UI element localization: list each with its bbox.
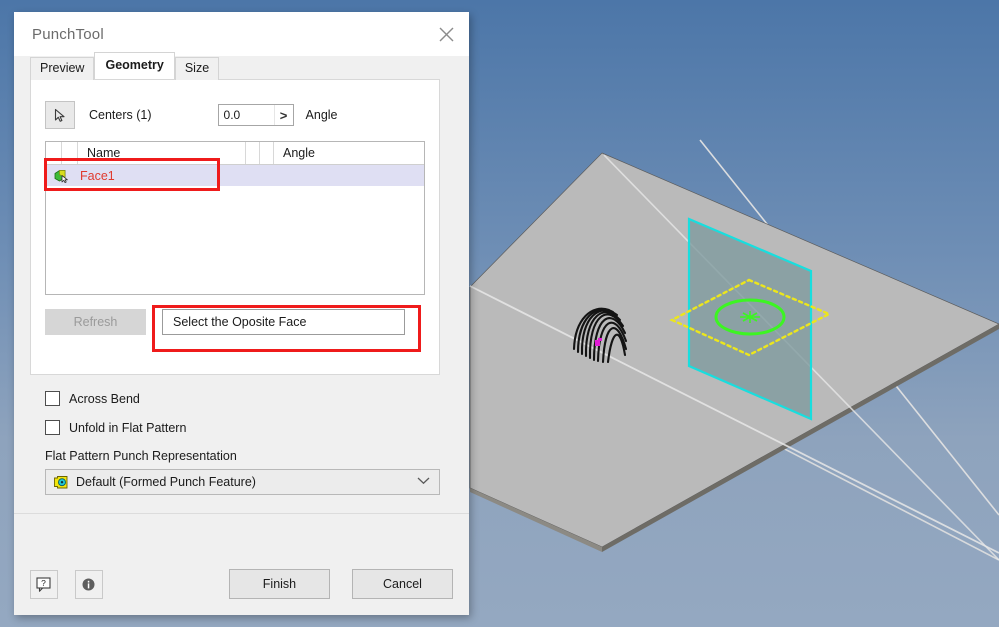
face-select-icon (51, 169, 73, 183)
punch-tool-dialog: PunchTool Preview Geometry Size Centers … (14, 12, 469, 615)
unfold-flat-pattern-checkbox[interactable] (45, 420, 60, 435)
tab-preview[interactable]: Preview (30, 57, 95, 80)
column-header-name[interactable]: Name (78, 142, 246, 164)
flat-pattern-group-label: Flat Pattern Punch Representation (45, 449, 237, 463)
cursor-arrow-icon[interactable] (45, 101, 75, 129)
help-balloon-icon[interactable]: ? (30, 569, 58, 599)
column-header-angle[interactable]: Angle (274, 142, 424, 164)
options-section: Across Bend Unfold in Flat Pattern Flat … (14, 375, 469, 495)
centers-label: Centers (1) (89, 108, 152, 122)
across-bend-label: Across Bend (69, 391, 140, 406)
dialog-title: PunchTool (32, 25, 104, 43)
punch-representation-value: Default (Formed Punch Feature) (76, 475, 256, 489)
column-header-blank-1 (46, 142, 62, 164)
finish-button[interactable]: Finish (228, 569, 330, 599)
column-header-blank-4 (260, 142, 274, 164)
face-list[interactable]: Name Angle Face1 (44, 141, 425, 295)
column-header-blank-2 (62, 142, 78, 164)
tab-geometry[interactable]: Geometry (94, 52, 175, 79)
table-row[interactable]: Face1 (46, 165, 424, 186)
face-list-header: Name Angle (46, 142, 424, 165)
application-window: PunchTool Preview Geometry Size Centers … (0, 0, 999, 627)
close-icon[interactable] (423, 12, 469, 56)
angle-stepper[interactable]: > (217, 104, 294, 126)
punch-feature-icon (53, 475, 69, 490)
svg-text:?: ? (42, 578, 47, 588)
tabstrip: Preview Geometry Size (30, 52, 469, 80)
tab-size[interactable]: Size (174, 57, 220, 80)
info-icon[interactable] (74, 569, 103, 599)
refresh-button[interactable]: Refresh (45, 309, 146, 335)
column-header-blank-3 (246, 142, 260, 164)
unfold-flat-pattern-label: Unfold in Flat Pattern (69, 420, 187, 435)
angle-label: Angle (305, 108, 338, 122)
refresh-row: Refresh (45, 309, 425, 335)
note-field[interactable] (162, 309, 405, 335)
geometry-tab-panel: Centers (1) > Angle Name Angle (30, 79, 440, 375)
angle-expand-icon[interactable]: > (273, 105, 293, 125)
across-bend-checkbox[interactable] (45, 391, 60, 406)
note-input[interactable] (171, 314, 404, 330)
checkbox-unfold-flat-pattern[interactable]: Unfold in Flat Pattern (45, 420, 440, 435)
punch-representation-dropdown[interactable]: Default (Formed Punch Feature) (45, 469, 440, 495)
chevron-down-icon[interactable] (417, 476, 430, 488)
angle-input[interactable] (218, 107, 274, 123)
face-name-cell: Face1 (80, 168, 115, 183)
centers-row: Centers (1) > Angle (45, 100, 425, 130)
checkbox-across-bend[interactable]: Across Bend (45, 391, 440, 406)
cancel-button[interactable]: Cancel (351, 569, 453, 599)
footer-divider (14, 513, 469, 514)
dialog-titlebar: PunchTool (14, 12, 469, 56)
dialog-footer: ? Finish Cancel (14, 553, 469, 615)
